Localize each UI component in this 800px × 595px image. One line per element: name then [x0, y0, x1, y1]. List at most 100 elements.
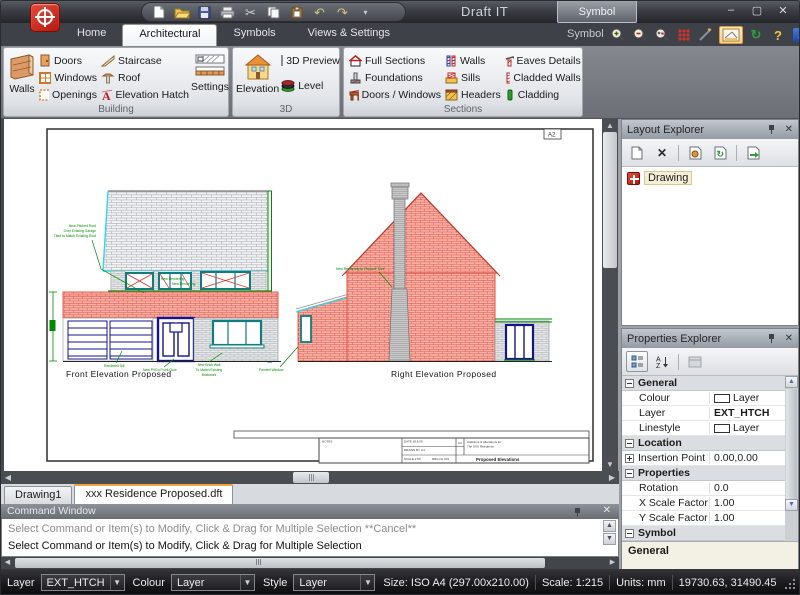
- headers-button[interactable]: Headers: [443, 86, 503, 103]
- pin-icon[interactable]: [573, 507, 583, 518]
- save-icon[interactable]: [196, 5, 213, 20]
- building-settings-button[interactable]: Settings: [191, 51, 229, 103]
- close-icon[interactable]: ✕: [785, 333, 793, 344]
- sketch-line-icon[interactable]: [697, 26, 715, 44]
- prop-group[interactable]: Properties: [622, 466, 798, 481]
- cmd-hscroll-thumb[interactable]: [15, 558, 545, 568]
- collapse-icon[interactable]: [625, 529, 634, 538]
- prop-row-insertion-point[interactable]: Insertion Point0.00,0.00: [622, 451, 798, 466]
- staircase-button[interactable]: Staircase: [99, 52, 191, 69]
- layout-list[interactable]: Drawing: [622, 167, 798, 325]
- vscroll-thumb[interactable]: [603, 132, 617, 268]
- 3d-preview-toggle[interactable]: 3D Preview: [279, 52, 337, 69]
- grid-scroll-thumb[interactable]: [786, 389, 797, 509]
- redo-icon[interactable]: ↷: [334, 5, 351, 20]
- command-history[interactable]: Select Command or Item(s) to Modify, Cli…: [1, 519, 619, 557]
- pin-icon[interactable]: [767, 124, 777, 135]
- colour-swatch[interactable]: [714, 394, 730, 403]
- scroll-right-icon[interactable]: ▶: [605, 471, 619, 484]
- tab-views-settings[interactable]: Views & Settings: [292, 23, 406, 46]
- properties-grid[interactable]: General ColourLayer LayerEXT_HTCH Linest…: [622, 376, 798, 541]
- delete-layout-icon[interactable]: ✕: [651, 142, 673, 163]
- symbol-mode-icon[interactable]: [719, 26, 743, 44]
- prop-group[interactable]: General: [622, 376, 798, 391]
- close-icon[interactable]: ✕: [603, 505, 611, 516]
- prop-group[interactable]: Location: [622, 436, 798, 451]
- scroll-down-icon[interactable]: ▼: [785, 499, 798, 511]
- walls-button[interactable]: Walls: [7, 51, 37, 103]
- command-hscroll[interactable]: ◀ ▶: [1, 557, 619, 569]
- app-menu-button[interactable]: [30, 3, 60, 32]
- close-button[interactable]: ✕: [775, 4, 791, 17]
- scroll-left-icon[interactable]: ◀: [1, 557, 14, 569]
- refresh-icon[interactable]: ↻: [747, 26, 765, 44]
- close-icon[interactable]: ✕: [785, 124, 793, 135]
- expand-icon[interactable]: [625, 454, 634, 463]
- tab-symbols[interactable]: Symbols: [217, 23, 291, 46]
- scroll-down-icon[interactable]: ▼: [603, 533, 616, 545]
- tab-home[interactable]: Home: [61, 23, 122, 46]
- foundations-button[interactable]: Foundations: [347, 69, 443, 86]
- context-tab-title[interactable]: Symbol: [557, 1, 637, 23]
- pin-icon[interactable]: [767, 333, 777, 344]
- prop-row-linestyle[interactable]: LinestyleLayer: [622, 421, 798, 436]
- cladding-button[interactable]: Cladding: [503, 86, 583, 103]
- scroll-up-icon[interactable]: ▲: [785, 376, 798, 388]
- prop-row-colour[interactable]: ColourLayer: [622, 391, 798, 406]
- walls-section-button[interactable]: Walls: [443, 52, 503, 69]
- new-layout-icon[interactable]: [626, 142, 648, 163]
- export-layout-icon[interactable]: [684, 142, 706, 163]
- elevation-hatch-button[interactable]: AElevation Hatch: [99, 86, 191, 103]
- drawing-canvas[interactable]: A2: [4, 119, 602, 471]
- snap-grid-icon[interactable]: [675, 26, 693, 44]
- maximize-button[interactable]: ▢: [749, 4, 765, 17]
- cut-icon[interactable]: ✂: [242, 5, 259, 20]
- zoom-dynamic-icon[interactable]: [653, 26, 671, 44]
- properties-scrollbar[interactable]: ▲ ▼: [785, 376, 798, 541]
- qat-more-icon[interactable]: ▾: [357, 5, 374, 20]
- sills-button[interactable]: Sills: [443, 69, 503, 86]
- undo-icon[interactable]: ↶: [311, 5, 328, 20]
- tab-residence-proposed[interactable]: xxx Residence Proposed.dft: [74, 484, 233, 504]
- layout-item-drawing[interactable]: Drawing: [627, 171, 793, 185]
- print-icon[interactable]: [219, 5, 236, 20]
- command-vscroll[interactable]: ▲▼: [603, 520, 617, 546]
- level-button[interactable]: Level: [279, 77, 337, 94]
- zoom-in-icon[interactable]: [609, 26, 627, 44]
- prop-row-x-scale[interactable]: X Scale Factor1.00: [622, 496, 798, 511]
- prop-row-y-scale[interactable]: Y Scale Factor1.00: [622, 511, 798, 526]
- colour-dropdown[interactable]: Layer▼: [171, 574, 255, 591]
- elevation-button[interactable]: Elevation: [236, 51, 279, 103]
- scroll-up-icon[interactable]: ▲: [603, 520, 616, 532]
- categorized-icon[interactable]: [626, 351, 648, 372]
- eaves-details-button[interactable]: Eaves Details: [503, 52, 583, 69]
- layer-dropdown[interactable]: EXT_HTCH▼: [41, 574, 125, 591]
- collapse-icon[interactable]: [625, 469, 634, 478]
- windows-button[interactable]: Windows: [37, 69, 99, 86]
- openings-button[interactable]: Openings: [37, 86, 99, 103]
- paste-icon[interactable]: [288, 5, 305, 20]
- drawing-viewport[interactable]: A2: [1, 119, 602, 471]
- minimize-button[interactable]: –: [723, 4, 739, 17]
- scroll-right-icon[interactable]: ▶: [606, 557, 619, 569]
- collapse-icon[interactable]: [625, 439, 634, 448]
- prop-row-layer[interactable]: LayerEXT_HTCH: [622, 406, 798, 421]
- property-pages-icon[interactable]: [684, 351, 706, 372]
- copy-icon[interactable]: [265, 5, 282, 20]
- insert-layout-icon[interactable]: [742, 142, 764, 163]
- scroll-down-icon[interactable]: ▼: [602, 458, 618, 471]
- zoom-out-icon[interactable]: [631, 26, 649, 44]
- doors-button[interactable]: Doors: [37, 52, 99, 69]
- prop-group[interactable]: Symbol: [622, 526, 798, 541]
- vertical-scrollbar[interactable]: ▲ ▼: [602, 119, 618, 471]
- hscroll-thumb[interactable]: [293, 472, 329, 483]
- refresh-layout-icon[interactable]: ↻: [709, 142, 731, 163]
- sort-alphabetical-icon[interactable]: AZ: [651, 351, 673, 372]
- style-dropdown[interactable]: Layer▼: [293, 574, 375, 591]
- prop-row-rotation[interactable]: Rotation0.0: [622, 481, 798, 496]
- info-icon[interactable]: i: [791, 26, 800, 44]
- doors-windows-section-button[interactable]: Doors / Windows: [347, 86, 443, 103]
- help-icon[interactable]: ?: [769, 26, 787, 44]
- new-icon[interactable]: [150, 5, 167, 20]
- linestyle-swatch[interactable]: [714, 424, 730, 433]
